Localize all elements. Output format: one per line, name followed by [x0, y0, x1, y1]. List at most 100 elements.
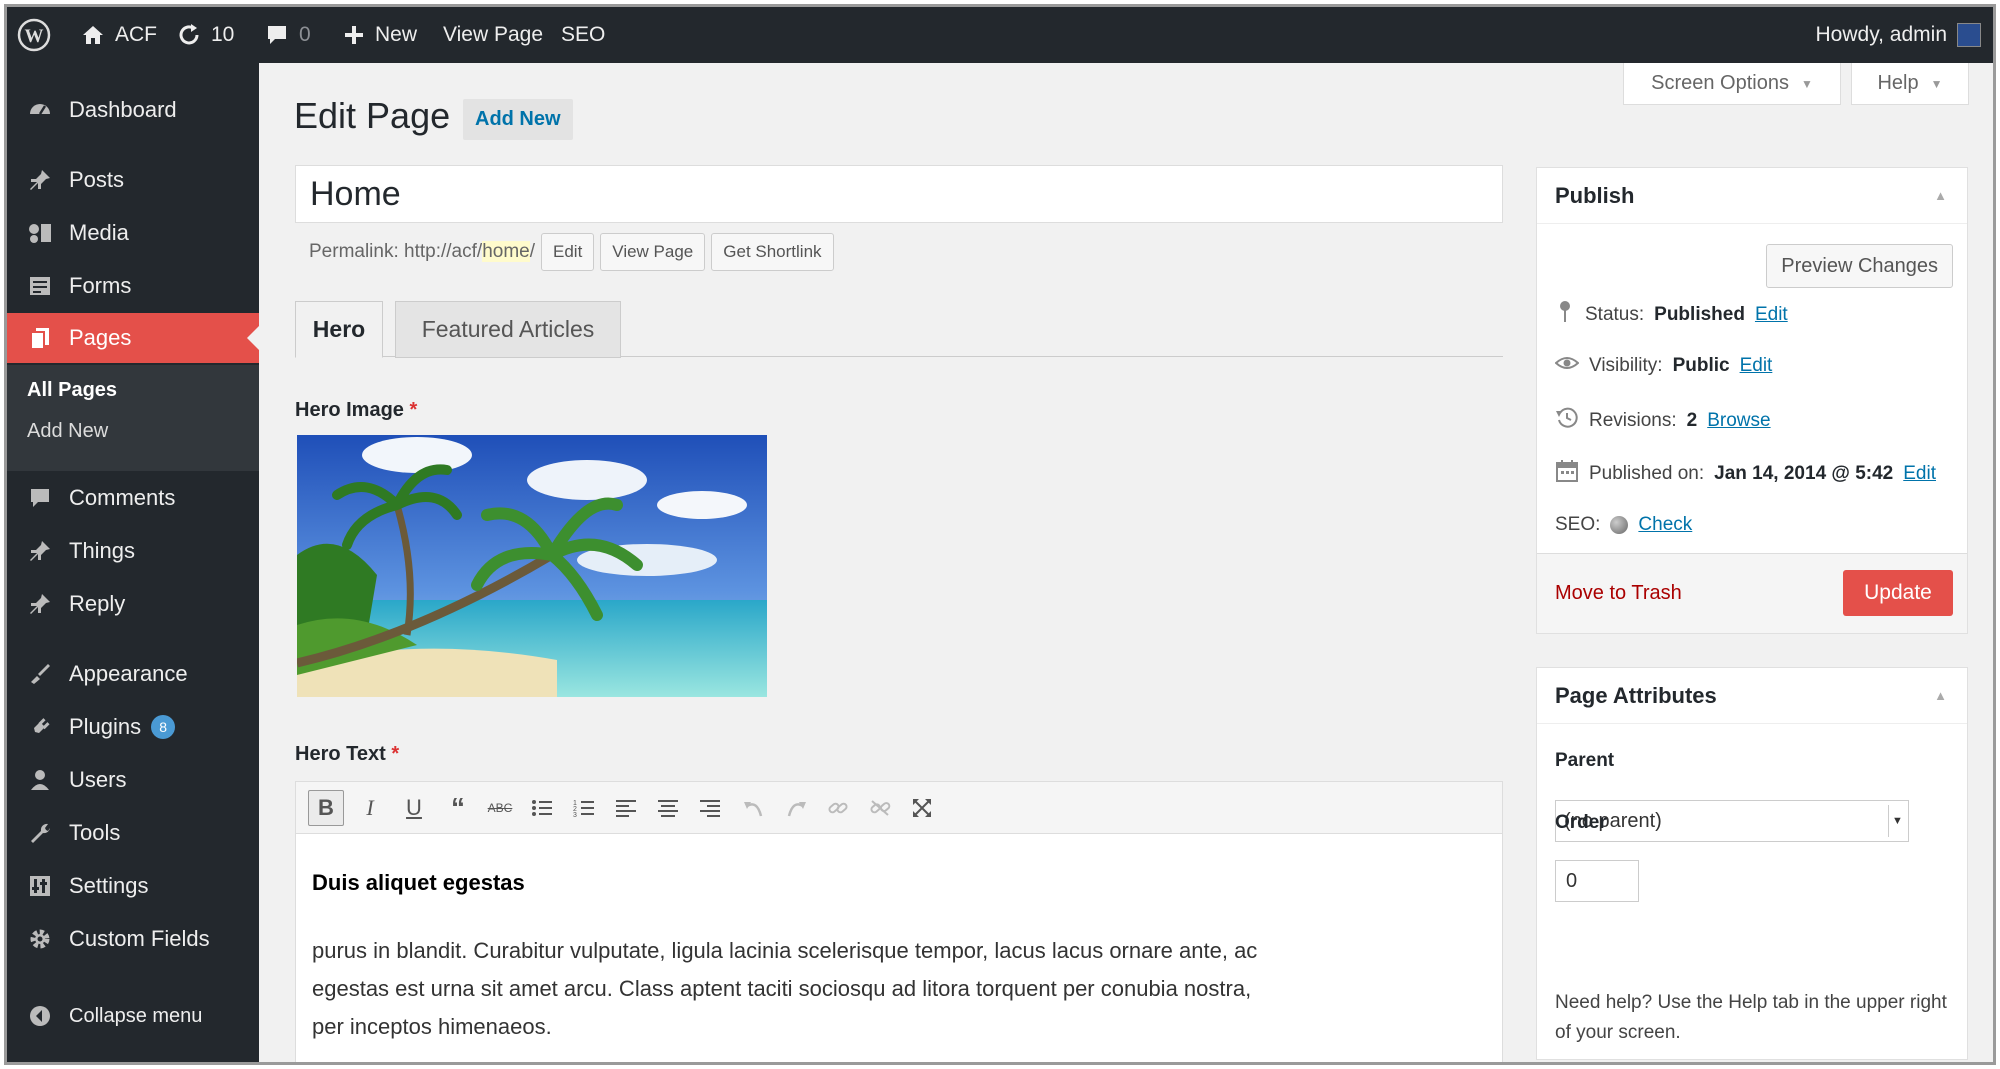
sidebar-item-custom-fields[interactable]: Custom Fields — [7, 914, 259, 964]
published-on-value: Jan 14, 2014 @ 5:42 — [1714, 463, 1894, 484]
site-name-link[interactable]: ACF — [81, 7, 157, 63]
howdy-text: Howdy, admin — [1815, 23, 1948, 46]
sidebar-item-label: Posts — [69, 167, 125, 192]
help-button[interactable]: Help ▼ — [1851, 63, 1969, 105]
updates-count: 10 — [211, 23, 235, 46]
help-label: Help — [1877, 72, 1919, 94]
link-icon[interactable] — [820, 790, 856, 826]
hero-image[interactable] — [297, 435, 767, 697]
revisions-label: Revisions: — [1589, 410, 1677, 431]
sidebar-item-forms[interactable]: Forms — [7, 261, 259, 311]
fullscreen-icon[interactable] — [904, 790, 940, 826]
get-shortlink-button[interactable]: Get Shortlink — [711, 233, 834, 271]
align-left-icon[interactable] — [608, 790, 644, 826]
edit-date-link[interactable]: Edit — [1903, 463, 1936, 485]
sidebar-item-label: Appearance — [69, 661, 188, 686]
underline-button[interactable]: U — [396, 790, 432, 826]
seo-score-label: SEO: — [1555, 514, 1601, 535]
post-title-input[interactable] — [295, 165, 1503, 223]
parent-select[interactable]: (no parent) ▼ — [1555, 800, 1909, 842]
wysiwyg-editor: B I U “ ABC 123 Duis aliquet egestas pur… — [295, 781, 1503, 1062]
seo-check-link[interactable]: Check — [1638, 514, 1692, 536]
sidebar-item-plugins[interactable]: Plugins 8 — [7, 702, 259, 752]
blockquote-icon[interactable]: “ — [440, 790, 476, 826]
account-menu[interactable]: Howdy, admin — [1815, 7, 1981, 63]
submenu-all-pages[interactable]: All Pages — [27, 379, 117, 402]
publish-box-header[interactable]: Publish ▲ — [1537, 168, 1967, 224]
redo-icon[interactable] — [778, 790, 814, 826]
admin-sidebar: Dashboard Posts Media Forms Pages All Pa… — [7, 63, 259, 1062]
refresh-icon — [179, 24, 199, 45]
pin-icon — [25, 165, 55, 195]
sidebar-item-reply[interactable]: Reply — [7, 579, 259, 629]
sidebar-item-appearance[interactable]: Appearance — [7, 649, 259, 699]
permalink-slug[interactable]: home — [482, 241, 530, 262]
permalink-suffix: / — [529, 241, 535, 262]
sidebar-item-label: Media — [69, 220, 129, 245]
view-page-button[interactable]: View Page — [600, 233, 706, 271]
edit-visibility-link[interactable]: Edit — [1740, 355, 1773, 377]
status-value: Published — [1654, 304, 1745, 325]
hero-image-label-text: Hero Image — [295, 399, 404, 421]
wp-logo-icon[interactable]: W — [17, 7, 51, 63]
update-button[interactable]: Update — [1843, 570, 1953, 616]
user-icon — [25, 765, 55, 795]
collapse-toggle-icon[interactable]: ▲ — [1934, 188, 1947, 203]
preview-changes-button[interactable]: Preview Changes — [1766, 244, 1953, 288]
history-icon — [1555, 406, 1579, 436]
browse-revisions-link[interactable]: Browse — [1707, 410, 1770, 432]
bold-button[interactable]: B — [308, 790, 344, 826]
sidebar-item-settings[interactable]: Settings — [7, 861, 259, 911]
screen-options-button[interactable]: Screen Options ▼ — [1623, 63, 1841, 105]
edit-status-link[interactable]: Edit — [1755, 304, 1788, 326]
collapse-arrow-icon — [25, 1001, 55, 1031]
collapse-menu-button[interactable]: Collapse menu — [7, 991, 259, 1041]
align-right-icon[interactable] — [692, 790, 728, 826]
page-attributes-header[interactable]: Page Attributes ▲ — [1537, 668, 1967, 724]
italic-button[interactable]: I — [352, 790, 388, 826]
align-center-icon[interactable] — [650, 790, 686, 826]
admin-bar: W ACF 10 0 New View Page SEO Howdy, admi… — [7, 7, 1993, 63]
seo-label: SEO — [561, 23, 606, 46]
updates-link[interactable]: 10 — [177, 7, 234, 63]
status-row: Status: Published Edit — [1555, 300, 1788, 330]
screen-options-label: Screen Options — [1651, 72, 1789, 94]
sidebar-item-comments[interactable]: Comments — [7, 473, 259, 523]
collapse-toggle-icon[interactable]: ▲ — [1934, 688, 1947, 703]
numbered-list-icon[interactable]: 123 — [566, 790, 602, 826]
strikethrough-icon[interactable]: ABC — [482, 790, 518, 826]
submenu-add-new[interactable]: Add New — [27, 420, 108, 443]
comments-count: 0 — [299, 23, 311, 46]
new-content-link[interactable]: New — [343, 7, 417, 63]
unlink-icon[interactable] — [862, 790, 898, 826]
sidebar-item-posts[interactable]: Posts — [7, 155, 259, 205]
sidebar-item-users[interactable]: Users — [7, 755, 259, 805]
collapse-menu-label: Collapse menu — [69, 1004, 203, 1027]
pages-icon — [25, 323, 55, 353]
edit-permalink-button[interactable]: Edit — [541, 233, 595, 271]
order-input[interactable] — [1555, 860, 1639, 902]
comments-link[interactable]: 0 — [265, 7, 311, 63]
move-to-trash-link[interactable]: Move to Trash — [1555, 582, 1682, 605]
sidebar-item-media[interactable]: Media — [7, 208, 259, 258]
sidebar-item-dashboard[interactable]: Dashboard — [7, 85, 259, 135]
sidebar-item-things[interactable]: Things — [7, 526, 259, 576]
add-new-button[interactable]: Add New — [463, 99, 573, 140]
home-icon — [83, 26, 103, 44]
sidebar-item-tools[interactable]: Tools — [7, 808, 259, 858]
editor-body-text[interactable]: purus in blandit. Curabitur vulputate, l… — [312, 932, 1272, 1046]
visibility-label: Visibility: — [1589, 355, 1663, 376]
tab-hero[interactable]: Hero — [295, 301, 383, 358]
media-icon — [25, 218, 55, 248]
sidebar-item-pages[interactable]: Pages — [7, 313, 259, 363]
undo-icon[interactable] — [736, 790, 772, 826]
screenshot-frame: W ACF 10 0 New View Page SEO Howdy, admi… — [4, 4, 1996, 1065]
seo-status-dot-icon — [1610, 516, 1629, 534]
bullet-list-icon[interactable] — [524, 790, 560, 826]
seo-link[interactable]: SEO — [561, 7, 605, 63]
view-page-link[interactable]: View Page — [443, 7, 543, 63]
page-attributes-box: Page Attributes ▲ Parent (no parent) ▼ Or… — [1536, 667, 1968, 1060]
gear-icon — [25, 924, 55, 954]
tab-featured-articles[interactable]: Featured Articles — [395, 301, 621, 358]
editor-heading[interactable]: Duis aliquet egestas — [312, 870, 525, 896]
